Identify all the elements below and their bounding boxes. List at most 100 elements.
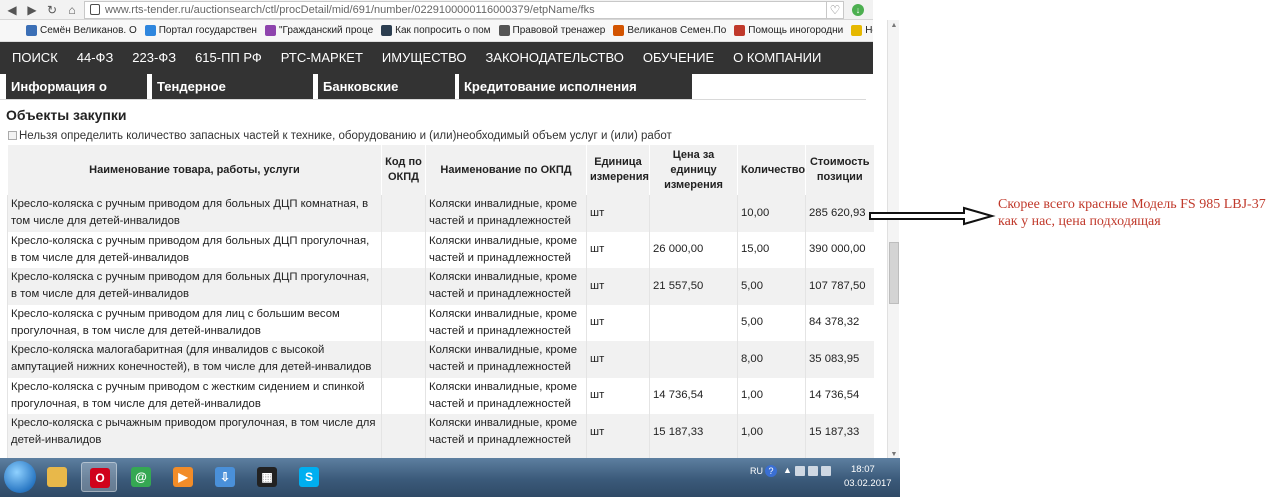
cell-unit-price: 21 557,50 <box>649 268 738 305</box>
bookmark-item[interactable]: Как попросить о пом <box>379 20 491 41</box>
language-indicator[interactable]: RU <box>750 466 763 476</box>
tab-bank-guarantees[interactable]: Банковские гарантии <box>318 74 455 120</box>
sub-navigation: Информация о торгах Тендерное кредитован… <box>0 74 866 120</box>
cell-item-name: Кресло-коляска малогабаритная (для инвал… <box>7 341 382 378</box>
cell-unit-price: 15 187,33 <box>649 414 738 451</box>
cell-unit-price <box>649 304 738 341</box>
clock-date[interactable]: 03.02.2017 <box>844 478 892 489</box>
start-button[interactable] <box>4 461 36 493</box>
chat-icon <box>613 25 625 36</box>
nav-item[interactable]: ОБУЧЕНИЕ <box>636 42 721 74</box>
table-row: Кресло-коляска с ручным приводом с жестк… <box>7 377 874 414</box>
taskbar-app-skype[interactable]: S <box>291 462 327 492</box>
lock-icon <box>90 4 100 15</box>
checkbox-icon[interactable] <box>8 131 17 140</box>
flag-icon[interactable] <box>795 466 805 476</box>
nav-item[interactable]: 223-ФЗ <box>125 42 183 74</box>
bookmark-star-icon[interactable]: ♡ <box>826 1 844 19</box>
table-row: Кресло-коляска с рычажным приводом прогу… <box>7 414 874 451</box>
network-icon[interactable] <box>808 466 818 476</box>
cell-unit-price <box>649 195 738 232</box>
cell-okpd-name: Коляски инвалидные, кроме частей и прина… <box>425 231 587 268</box>
page-scrollbar[interactable]: ▲ ▼ <box>887 20 899 462</box>
folder-icon <box>47 467 67 487</box>
tab-tender-credit[interactable]: Тендерное кредитование <box>152 74 313 120</box>
cell-total: 14 736,54 <box>805 377 874 414</box>
cell-unit: шт <box>586 268 650 305</box>
volume-icon[interactable] <box>821 466 831 476</box>
url-field[interactable]: www.rts-tender.ru/auctionsearch/ctl/proc… <box>84 1 844 19</box>
tray-expand-icon[interactable]: ▲ <box>783 465 792 475</box>
cell-item-name: Кресло-коляска с ручным приводом для лиц… <box>7 304 382 341</box>
nav-item[interactable]: РТС-МАРКЕТ <box>274 42 370 74</box>
bookmark-item[interactable]: Великанов Семен.По <box>611 20 727 41</box>
bookmark-item[interactable]: Правовой тренажер <box>497 20 605 41</box>
cell-okpd-code <box>381 377 426 414</box>
clock-time[interactable]: 18:07 <box>851 464 875 475</box>
table-header-row: Наименование товара, работы, услуги Код … <box>7 145 874 195</box>
nav-item[interactable]: 615-ПП РФ <box>188 42 269 74</box>
nav-item[interactable]: О КОМПАНИИ <box>726 42 828 74</box>
col-header-quantity: Количество <box>737 145 806 195</box>
tab-tender-info[interactable]: Информация о торгах <box>6 74 147 120</box>
url-text: www.rts-tender.ru/auctionsearch/ctl/proc… <box>105 4 595 16</box>
home-icon[interactable]: ⌂ <box>64 2 80 18</box>
bookmark-label: Как попросить о пом <box>395 25 491 36</box>
globe-icon <box>144 25 156 36</box>
system-tray: RU ? ▲ 18:07 03.02.2017 <box>745 458 900 497</box>
taskbar-app-downloader[interactable]: ⇩ <box>207 462 243 492</box>
help-icon[interactable]: ? <box>765 465 777 477</box>
nav-item[interactable]: ПОИСК <box>5 42 65 74</box>
table-row: Кресло-коляска малогабаритная (для инвал… <box>7 341 874 378</box>
bookmark-label: "Гражданский проце <box>278 25 374 36</box>
scroll-up-icon[interactable]: ▲ <box>889 21 899 31</box>
cell-quantity: 1,00 <box>737 377 806 414</box>
reload-icon[interactable]: ↻ <box>44 2 60 18</box>
nav-item[interactable]: ЗАКОНОДАТЕЛЬСТВО <box>478 42 630 74</box>
cell-okpd-code <box>381 195 426 232</box>
taskbar-app-explorer[interactable] <box>39 462 75 492</box>
nav-item[interactable]: 44-ФЗ <box>70 42 121 74</box>
cell-total: 285 620,93 <box>805 195 874 232</box>
scroll-thumb[interactable] <box>889 242 899 304</box>
quantity-undetermined-checkbox[interactable]: Нельзя определить количество запасных ча… <box>8 129 672 143</box>
forward-icon[interactable]: ▶ <box>24 2 40 18</box>
bookmark-item[interactable]: Портал государствен <box>143 20 257 41</box>
nav-item[interactable]: ИМУЩЕСТВО <box>375 42 474 74</box>
cell-quantity: 10,00 <box>737 195 806 232</box>
bookmarks-bar: Семён Великанов. О Портал государствен "Гр… <box>0 20 873 42</box>
cell-okpd-code <box>381 304 426 341</box>
bookmark-label: Помощь иногородни <box>748 25 844 36</box>
checkbox-label: Нельзя определить количество запасных ча… <box>19 130 672 142</box>
cell-okpd-name: Коляски инвалидные, кроме частей и прина… <box>425 414 587 451</box>
clapper-icon: ▦ <box>257 467 277 487</box>
taskbar-app-opera[interactable]: O <box>81 462 117 492</box>
back-icon[interactable]: ◀ <box>4 2 20 18</box>
cell-total: 390 000,00 <box>805 231 874 268</box>
cell-unit: шт <box>586 231 650 268</box>
cell-item-name: Кресло-коляска с рычажным приводом прогу… <box>7 414 382 451</box>
taskbar-app-video-editor[interactable]: ▦ <box>249 462 285 492</box>
bookmark-item[interactable]: Непрочитанные отве <box>849 20 873 41</box>
extension-icon[interactable]: ↓ <box>852 4 864 16</box>
cell-okpd-code <box>381 341 426 378</box>
table-row: Кресло-коляска с ручным приводом для бол… <box>7 195 874 232</box>
taskbar-app-media-player[interactable]: ▶ <box>165 462 201 492</box>
cell-item-name: Кресло-коляска с ручным приводом для бол… <box>7 231 382 268</box>
cell-okpd-name: Коляски инвалидные, кроме частей и прина… <box>425 268 587 305</box>
annotation-note: Скорее всего красные Модель FS 985 LBJ-3… <box>998 197 1266 229</box>
bookmark-item[interactable]: Семён Великанов. О <box>24 20 137 41</box>
bookmark-item[interactable]: Помощь иногородни <box>732 20 844 41</box>
bookmark-item[interactable]: "Гражданский проце <box>263 20 374 41</box>
cell-total: 15 187,33 <box>805 414 874 451</box>
cell-okpd-name: Коляски инвалидные, кроме частей и прина… <box>425 377 587 414</box>
bookmark-label: Великанов Семен.По <box>627 25 727 36</box>
taskbar-app-mail-agent[interactable]: @ <box>123 462 159 492</box>
cell-okpd-code <box>381 231 426 268</box>
cell-unit: шт <box>586 341 650 378</box>
tab-contract-credit[interactable]: Кредитование исполнения контракта <box>459 74 692 120</box>
cell-quantity: 8,00 <box>737 341 806 378</box>
download-icon: ⇩ <box>215 467 235 487</box>
cell-unit: шт <box>586 414 650 451</box>
cell-total: 107 787,50 <box>805 268 874 305</box>
